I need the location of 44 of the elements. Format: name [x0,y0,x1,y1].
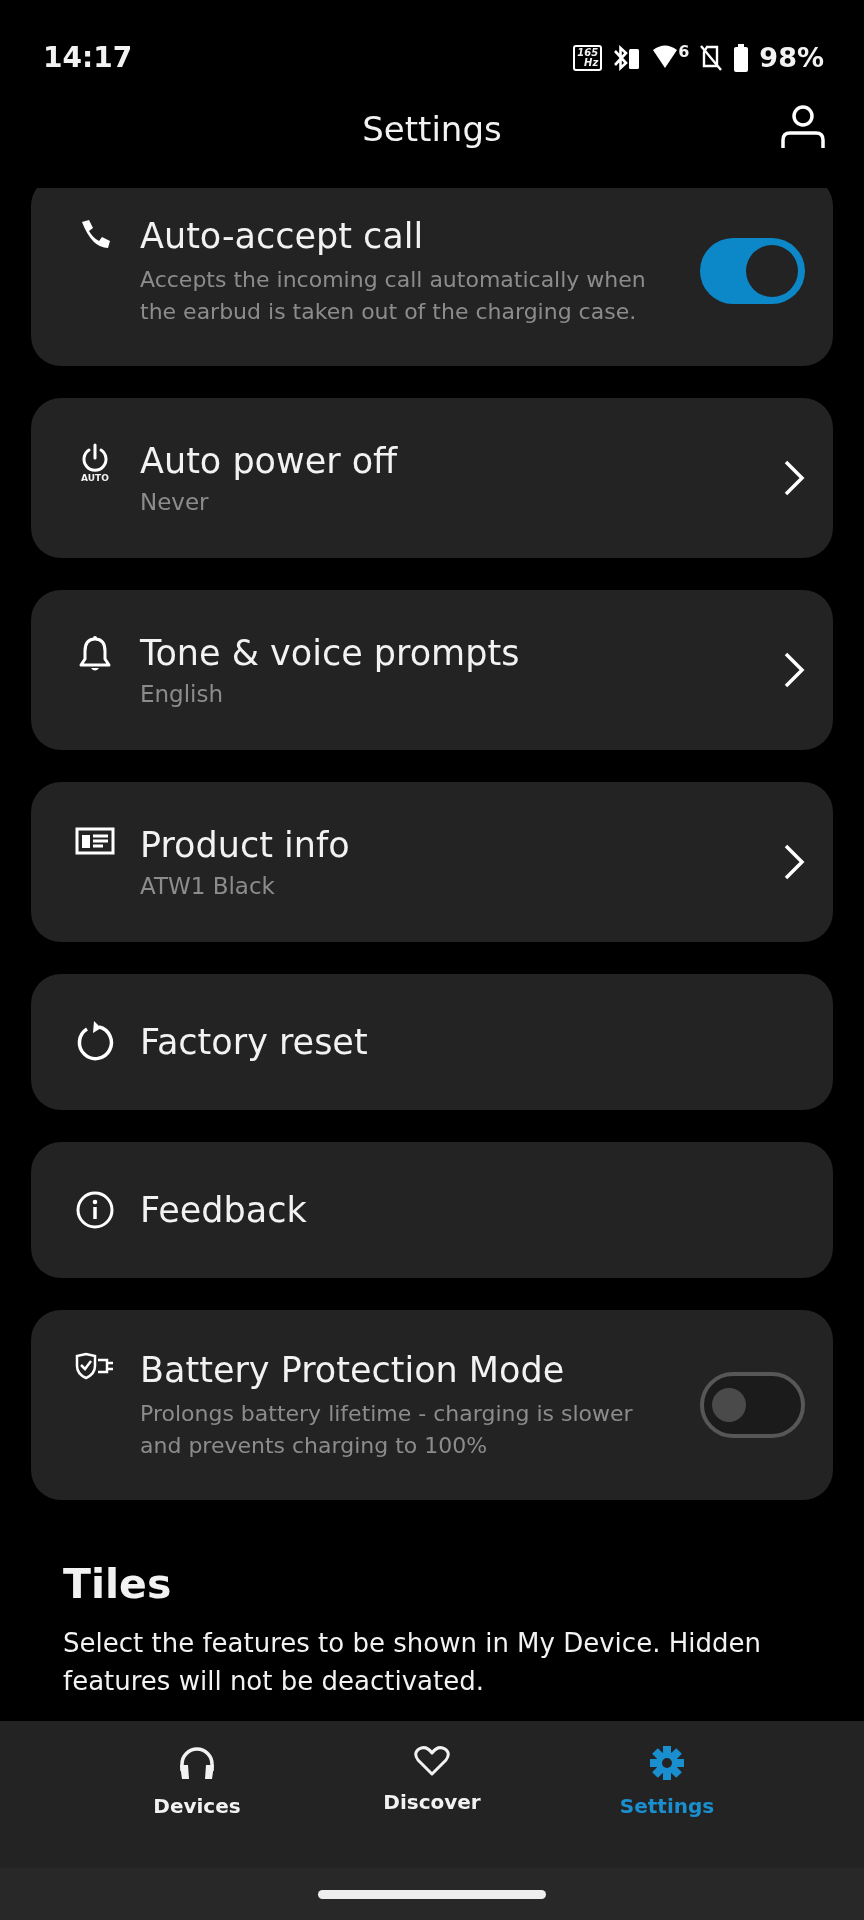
setting-card[interactable]: Feedback [31,1142,833,1278]
section-description: Select the features to be shown in My Device. Hidden features will not be deactivated. [63,1626,762,1698]
section-heading: Tiles [63,1559,173,1610]
setting-card[interactable]: Product info ATW1 Black [31,782,833,942]
setting-card[interactable]: Factory reset [31,974,833,1110]
setting-card[interactable]: Auto-accept call Accepts the incoming call automatically when the earbud is taken out of the charging case. [31,188,833,366]
nav-tab[interactable]: Discover [314,1721,550,1868]
power-icon [80,443,110,473]
setting-value: ATW1 Black [140,872,276,901]
setting-value: Never [140,488,210,517]
setting-description: Prolongs battery lifetime - charging is slower and prevents charging to 100% [140,1400,634,1460]
setting-title: Auto-accept call [140,215,425,258]
profile-icon[interactable] [780,104,826,150]
headphones-icon [177,1745,217,1781]
setting-title: Factory reset [140,1021,369,1064]
setting-card[interactable]: Battery Protection Mode Prolongs battery lifetime - charging is slower and prevents charging to 100% [31,1310,833,1500]
chevron-right-icon [783,459,805,497]
nav-tab[interactable]: Settings [549,1721,785,1868]
setting-card[interactable]: AUTO Auto power off Never [31,398,833,558]
info-icon [75,1190,115,1230]
bell-icon [77,635,113,673]
home-indicator[interactable] [318,1889,546,1899]
setting-description: Accepts the incoming call automatically when the earbud is taken out of the charging case. [140,266,647,326]
setting-title: Product info [140,824,351,867]
icon-label: AUTO [81,473,109,483]
setting-value: English [140,680,225,709]
battery-percentage: 98% [759,40,824,75]
gear-icon [649,1745,685,1781]
setting-title: Auto power off [140,440,399,483]
setting-title: Feedback [140,1189,308,1232]
info-card-icon [75,827,115,855]
shield-charger-icon [74,1352,116,1380]
battery-icon [733,43,750,73]
setting-title: Tone & voice prompts [140,632,521,675]
no-sim-icon [699,44,724,72]
refresh-rate-indicator: 165 Hz [573,45,603,71]
setting-card[interactable]: Tone & voice prompts English [31,590,833,750]
heart-icon [414,1745,450,1777]
chevron-right-icon [783,651,805,689]
chevron-right-icon [783,843,805,881]
nav-tab[interactable]: Devices [79,1721,315,1868]
setting-title: Battery Protection Mode [140,1349,566,1392]
status-time: 14:17 [43,40,133,76]
page-title: Settings [362,107,502,151]
